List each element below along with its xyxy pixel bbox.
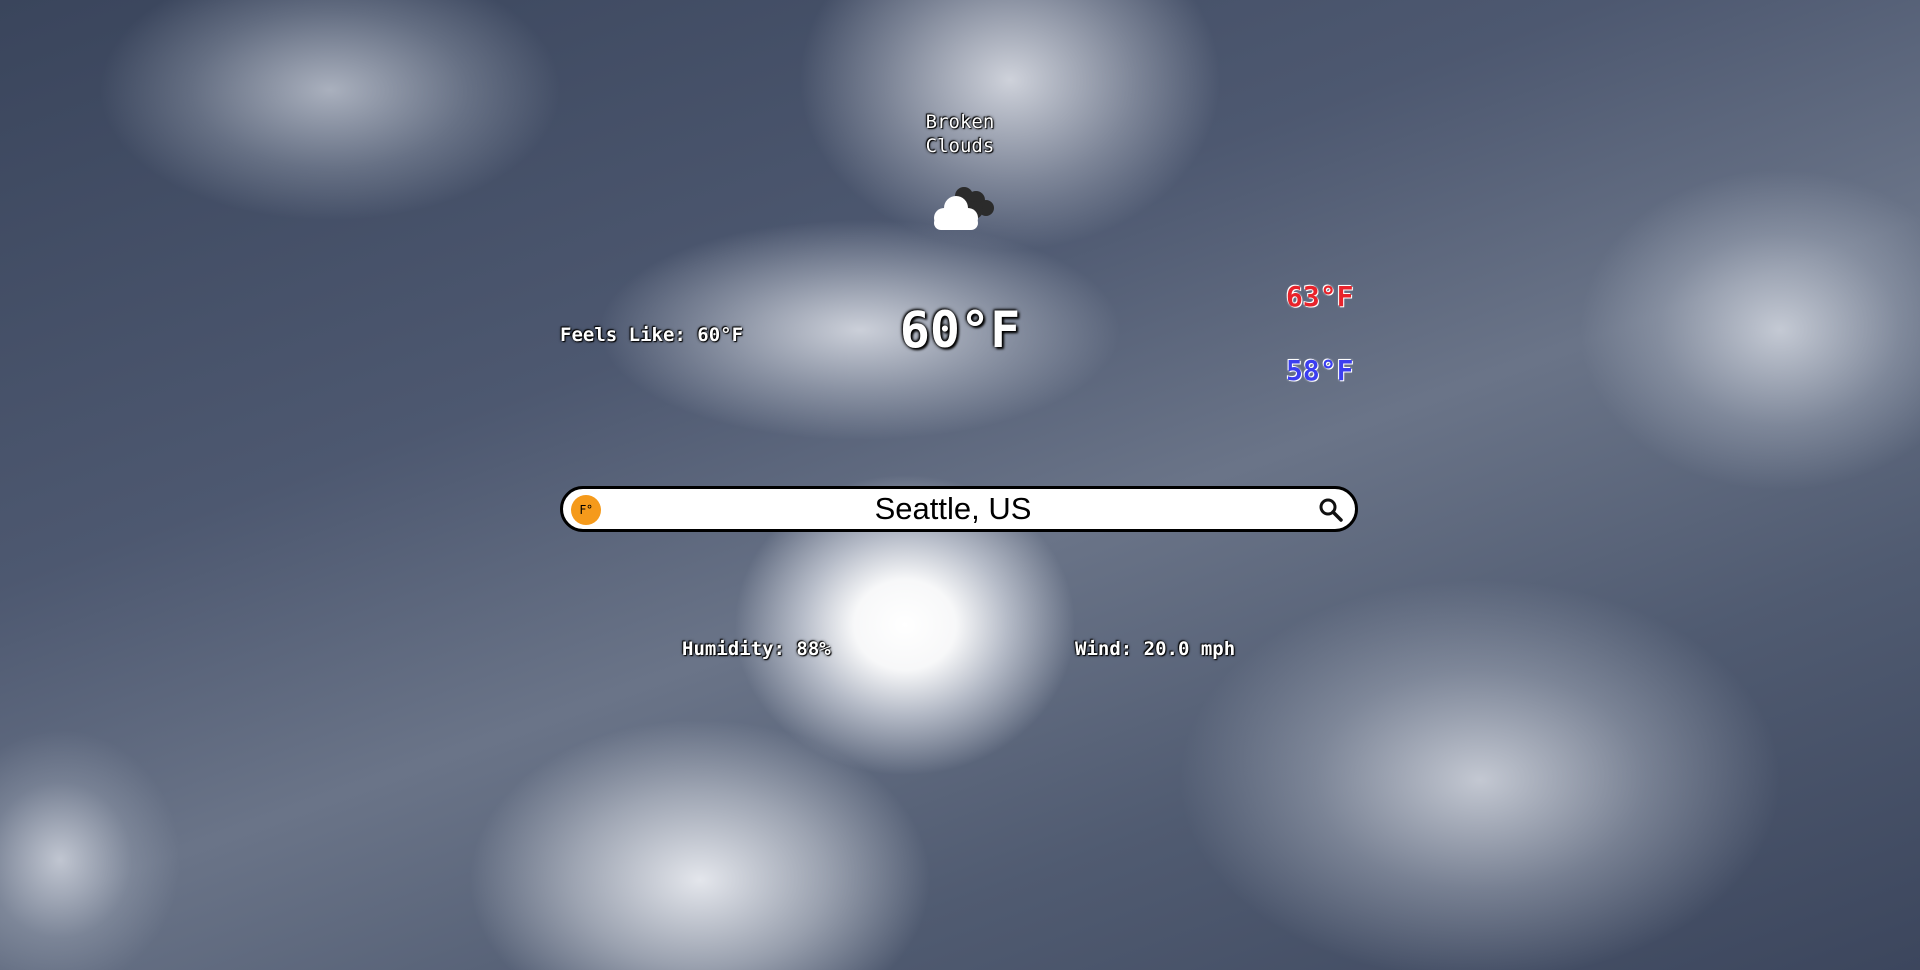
humidity-value: Humidity: 88% xyxy=(682,638,831,660)
unit-toggle-button[interactable]: F° xyxy=(571,495,601,525)
weather-condition: Broken Clouds xyxy=(925,111,995,157)
current-temperature: 60°F xyxy=(899,301,1021,359)
high-temperature: 63°F xyxy=(1286,280,1354,313)
low-temperature: 58°F xyxy=(1286,354,1354,387)
search-bar: F° xyxy=(560,486,1358,532)
city-search-input[interactable] xyxy=(623,491,1283,527)
wind-value: Wind: 20.0 mph xyxy=(1075,638,1236,660)
feels-like-temperature: Feels Like: 60°F xyxy=(560,324,744,346)
broken-clouds-icon xyxy=(934,187,994,230)
weather-page: { "weather": { "condition": "Broken\nClo… xyxy=(0,0,1920,970)
search-icon[interactable] xyxy=(1317,496,1345,524)
